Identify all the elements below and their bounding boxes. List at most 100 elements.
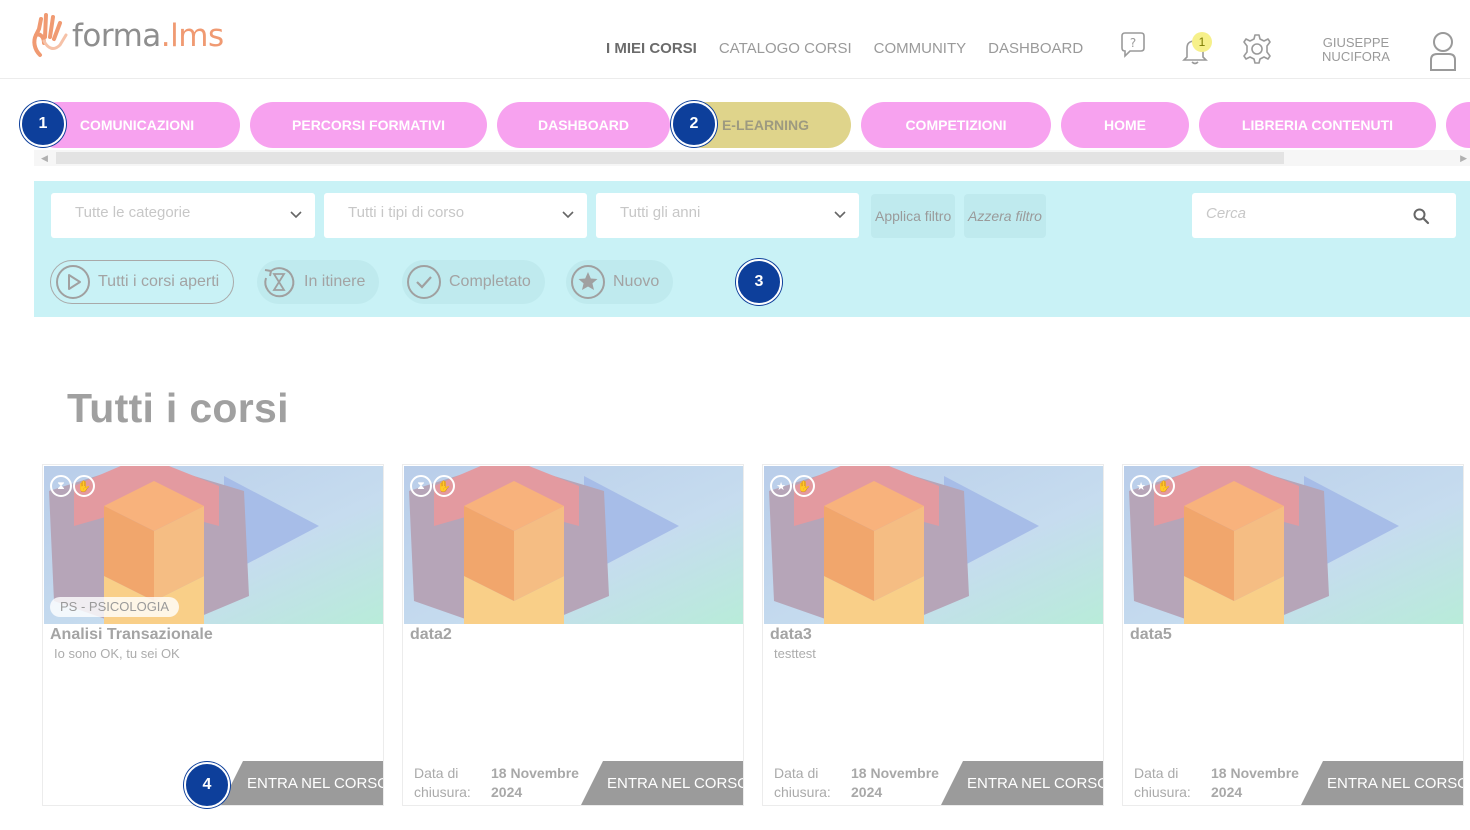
apply-filter-button[interactable]: Applica filtro	[871, 194, 956, 238]
card-status-icons: ⧗ ✋	[410, 475, 456, 497]
reset-filter-button[interactable]: Azzera filtro	[964, 194, 1046, 238]
course-card[interactable]: ★ ✋ data3 testtest Data di chiusura: 18 …	[762, 464, 1104, 806]
course-card[interactable]: ⧗ ✋ PS - PSICOLOGIA Analisi Transazional…	[42, 464, 384, 806]
enter-course-text: ENTRA NEL CORSO	[967, 775, 1104, 792]
hand-icon: ✋	[1153, 475, 1175, 497]
step-marker-3: 3	[736, 259, 782, 305]
nav-dashboard[interactable]: DASHBOARD	[988, 40, 1083, 57]
user-name[interactable]: GIUSEPPE NUCIFORA	[1300, 36, 1412, 64]
card-status-icons: ★ ✋	[770, 475, 816, 497]
scroll-left-arrow-icon[interactable]: ◀	[41, 153, 48, 164]
tabs-horizontal-scrollbar[interactable]: ◀ ▶	[34, 150, 1470, 166]
tab-libreria-contenuti[interactable]: LIBRERIA CONTENUTI	[1199, 102, 1436, 148]
status-all-open-label: Tutti i corsi aperti	[98, 273, 220, 290]
enter-course-button[interactable]: ENTRA NEL CORSO ➞	[941, 761, 1103, 805]
play-circle-icon	[56, 265, 90, 299]
section-title: Tutti i corsi	[67, 385, 289, 431]
closing-date-label: Data di chiusura:	[1134, 765, 1191, 800]
tab-dashboard[interactable]: DASHBOARD	[497, 102, 670, 148]
hand-icon: ✋	[73, 475, 95, 497]
course-description: Io sono OK, tu sei OK	[54, 646, 180, 661]
status-in-progress-label: In itinere	[304, 273, 366, 290]
tab-home[interactable]: HOME	[1061, 102, 1189, 148]
step-marker-2: 2	[671, 101, 717, 147]
notification-badge: 1	[1192, 32, 1212, 52]
year-select-value: Tutti gli anni	[620, 204, 701, 221]
year-select[interactable]: Tutti gli anni	[596, 193, 859, 238]
chevron-down-icon	[562, 211, 574, 219]
course-thumbnail: ⧗ ✋	[404, 466, 743, 624]
enter-course-label: ENTRA NEL CORSO ➞	[967, 774, 1104, 792]
tab-percorsi-formativi[interactable]: PERCORSI FORMATIVI	[250, 102, 487, 148]
enter-course-text: ENTRA NEL CORSO	[247, 775, 384, 792]
tab-bar: COMUNICAZIONI PERCORSI FORMATIVI DASHBOA…	[34, 102, 1470, 148]
gear-icon[interactable]	[1240, 32, 1274, 66]
search-box	[1192, 193, 1456, 238]
hand-icon: ✋	[793, 475, 815, 497]
card-status-icons: ★ ✋	[1130, 475, 1176, 497]
svg-text:?: ?	[1130, 36, 1136, 50]
course-title[interactable]: data3	[770, 626, 812, 644]
user-first-name: GIUSEPPE	[1322, 35, 1390, 50]
closing-date-label: Data di chiusura:	[414, 765, 471, 800]
scroll-right-arrow-icon[interactable]: ▶	[1460, 153, 1467, 164]
scrollbar-thumb[interactable]	[56, 152, 1284, 164]
closing-date-label: Data di chiusura:	[774, 765, 831, 800]
step-marker-4: 4	[184, 762, 230, 808]
main-nav: I MIEI CORSI CATALOGO CORSI COMMUNITY DA…	[606, 40, 1105, 57]
course-thumbnail: ★ ✋	[764, 466, 1103, 624]
nav-my-courses[interactable]: I MIEI CORSI	[606, 40, 697, 57]
status-completed[interactable]: Completato	[402, 260, 545, 304]
hand-logo-icon	[32, 13, 68, 57]
page: forma.lms I MIEI CORSI CATALOGO CORSI CO…	[0, 0, 1470, 830]
course-type-select[interactable]: Tutti i tipi di corso	[324, 193, 587, 238]
step-marker-1: 1	[20, 101, 66, 147]
course-card[interactable]: ⧗ ✋ data2 Data di chiusura: 18 Novembre …	[402, 464, 744, 806]
status-new[interactable]: Nuovo	[566, 260, 674, 304]
hourglass-icon: ⧗	[410, 475, 432, 497]
closing-date-value: 18 Novembre 2024	[851, 765, 939, 800]
tab-competizioni[interactable]: COMPETIZIONI	[861, 102, 1051, 148]
hand-icon: ✋	[433, 475, 455, 497]
enter-course-button[interactable]: ENTRA NEL CORSO ➞	[1301, 761, 1463, 805]
card-status-icons: ⧗ ✋	[50, 475, 96, 497]
course-title[interactable]: Analisi Transazionale	[50, 626, 213, 644]
course-thumbnail: ★ ✋	[1124, 466, 1463, 624]
enter-course-button[interactable]: ENTRA NEL CORSO ➞	[581, 761, 743, 805]
status-completed-label: Completato	[449, 273, 531, 290]
enter-course-button[interactable]: ENTRA NEL CORSO ➞	[221, 761, 383, 805]
top-header: forma.lms I MIEI CORSI CATALOGO CORSI CO…	[0, 0, 1470, 79]
logo-main-text: forma	[72, 18, 161, 54]
star-icon: ★	[770, 475, 792, 497]
status-in-progress[interactable]: In itinere	[257, 260, 380, 304]
course-title[interactable]: data5	[1130, 626, 1172, 644]
search-input[interactable]	[1206, 205, 1406, 222]
nav-community[interactable]: COMMUNITY	[874, 40, 967, 57]
hourglass-icon: ⧗	[50, 475, 72, 497]
chevron-down-icon	[834, 211, 846, 219]
hourglass-cycle-icon	[264, 267, 295, 298]
enter-course-text: ENTRA NEL CORSO	[607, 775, 744, 792]
closing-date-value: 18 Novembre 2024	[1211, 765, 1299, 800]
course-thumbnail: ⧗ ✋ PS - PSICOLOGIA	[44, 466, 383, 624]
logo-accent-text: .lms	[160, 18, 224, 54]
star-circle-icon	[571, 265, 605, 299]
enter-course-label: ENTRA NEL CORSO ➞	[1327, 774, 1464, 792]
status-new-label: Nuovo	[613, 273, 660, 290]
closing-date-value: 18 Novembre 2024	[491, 765, 579, 800]
status-all-open-courses[interactable]: Tutti i corsi aperti	[50, 260, 235, 304]
category-select[interactable]: Tutte le categorie	[51, 193, 315, 238]
user-avatar-icon[interactable]	[1426, 30, 1460, 72]
course-description: testtest	[774, 646, 816, 661]
course-title[interactable]: data2	[410, 626, 452, 644]
nav-course-catalog[interactable]: CATALOGO CORSI	[719, 40, 852, 57]
tab-next-partial[interactable]	[1446, 102, 1470, 148]
course-type-select-value: Tutti i tipi di corso	[348, 204, 465, 221]
course-card[interactable]: ★ ✋ data5 Data di chiusura: 18 Novembre …	[1122, 464, 1464, 806]
formalms-logo[interactable]: forma.lms	[30, 10, 224, 62]
star-icon: ★	[1130, 475, 1152, 497]
search-icon[interactable]	[1412, 207, 1430, 225]
enter-course-label: ENTRA NEL CORSO ➞	[607, 774, 744, 792]
enter-course-text: ENTRA NEL CORSO	[1327, 775, 1464, 792]
help-chat-icon[interactable]: ?	[1116, 28, 1150, 62]
